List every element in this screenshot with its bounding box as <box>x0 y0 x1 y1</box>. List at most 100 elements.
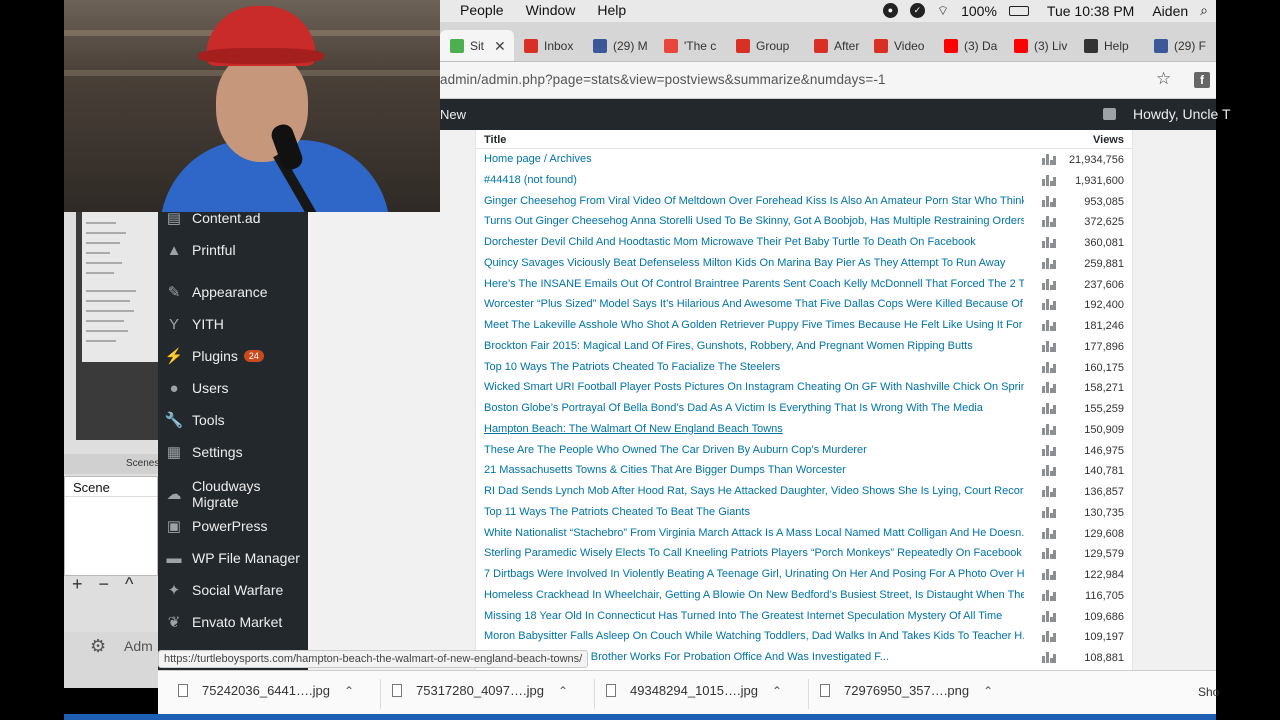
post-title-link[interactable]: Boston Globe’s Portrayal Of Bella Bond’s… <box>484 402 1024 414</box>
admin-bar-new[interactable]: New <box>440 107 466 122</box>
sidebar-item-settings[interactable]: ▦ Settings <box>158 436 308 468</box>
post-title-link[interactable]: Missing 18 Year Old In Connecticut Has T… <box>484 610 1024 622</box>
bar-chart-icon[interactable] <box>1042 588 1056 601</box>
post-title-link[interactable]: Meet The Lakeville Asshole Who Shot A Go… <box>484 319 1024 331</box>
post-title-link[interactable]: Here’s The INSANE Emails Out Of Control … <box>484 278 1024 290</box>
download-item[interactable]: 75242036_6441….jpg ⌃ <box>178 683 354 698</box>
sidebar-item-tools[interactable]: 🔧 Tools <box>158 404 308 436</box>
sidebar-item-users[interactable]: ● Users <box>158 372 308 404</box>
post-title-link[interactable]: Brockton Fair 2015: Magical Land Of Fire… <box>484 340 1024 352</box>
bar-chart-icon[interactable] <box>1042 401 1056 414</box>
browser-tab[interactable]: Video <box>864 30 934 61</box>
wifi-icon[interactable]: ⌔ <box>937 3 949 19</box>
bar-chart-icon[interactable] <box>1042 546 1056 560</box>
chevron-up-icon[interactable]: ⌃ <box>344 684 354 698</box>
remove-scene-button[interactable]: − <box>99 574 110 595</box>
bookmark-star-icon[interactable]: ☆ <box>1156 69 1171 89</box>
browser-tab[interactable]: (29) M <box>583 30 654 61</box>
sidebar-item-envato-market[interactable]: ❦ Envato Market <box>158 606 308 638</box>
record-status-icon[interactable]: ● <box>882 3 898 18</box>
admin-bar-howdy[interactable]: Howdy, Uncle T <box>1133 106 1231 122</box>
bar-chart-icon[interactable] <box>1042 443 1056 456</box>
post-title-link[interactable]: Top 11 Ways The Patriots Cheated To Beat… <box>484 506 1024 518</box>
bar-chart-icon[interactable] <box>1042 194 1056 207</box>
sidebar-item-printful[interactable]: ▲ Printful <box>158 234 308 266</box>
obs-scene-item[interactable]: Scene <box>65 477 157 497</box>
post-title-link[interactable]: RI Dad Sends Lynch Mob After Hood Rat, S… <box>484 485 1024 497</box>
bar-chart-icon[interactable] <box>1042 173 1056 186</box>
obs-scene-list[interactable]: Scene <box>64 476 158 576</box>
bar-chart-icon[interactable] <box>1042 463 1056 477</box>
menubar-clock[interactable]: Tue 10:38 PM <box>1047 3 1134 19</box>
menubar-item-window[interactable]: Window <box>526 2 576 18</box>
sidebar-item-yith[interactable]: Y YITH <box>158 308 308 340</box>
bar-chart-icon[interactable] <box>1042 214 1056 228</box>
sidebar-item-social-warfare[interactable]: ✦ Social Warfare <box>158 574 308 606</box>
bar-chart-icon[interactable] <box>1042 256 1056 269</box>
address-url[interactable]: admin/admin.php?page=stats&view=postview… <box>440 72 886 87</box>
post-title-link[interactable]: Turns Out Ginger Cheesehog Anna Storelli… <box>484 215 1024 227</box>
bar-chart-icon[interactable] <box>1042 609 1056 622</box>
bar-chart-icon[interactable] <box>1042 360 1056 373</box>
bar-chart-icon[interactable] <box>1042 297 1056 311</box>
post-title-link[interactable]: Top 10 Ways The Patriots Cheated To Faci… <box>484 361 1024 373</box>
move-scene-up-button[interactable]: ^ <box>125 574 133 595</box>
post-title-link[interactable]: Wicked Smart URI Football Player Posts P… <box>484 381 1024 393</box>
download-item[interactable]: 72976950_357….png ⌃ <box>820 683 993 698</box>
download-item[interactable]: 49348294_1015….jpg ⌃ <box>606 683 782 698</box>
add-scene-button[interactable]: + <box>72 574 83 595</box>
bar-chart-icon[interactable] <box>1042 235 1056 248</box>
menubar-user[interactable]: Aiden <box>1152 3 1188 19</box>
browser-tab[interactable]: Group <box>726 30 804 61</box>
post-title-link[interactable]: Homeless Crackhead In Wheelchair, Gettin… <box>484 589 1024 601</box>
browser-tab[interactable]: Sit ✕ <box>440 30 514 61</box>
post-title-link[interactable]: Hampton Beach: The Walmart Of New Englan… <box>484 423 1024 435</box>
browser-tab[interactable]: Inbox <box>514 30 583 61</box>
post-title-link[interactable]: Worcester “Plus Sized” Model Says It’s H… <box>484 298 1024 310</box>
bar-chart-icon[interactable] <box>1042 422 1056 435</box>
bar-chart-icon[interactable] <box>1042 629 1056 643</box>
sidebar-item-cloudways-migrate[interactable]: ☁ Cloudways Migrate <box>158 478 308 510</box>
browser-tab[interactable]: (3) Liv <box>1004 30 1074 61</box>
sidebar-item-plugins[interactable]: ⚡ Plugins 24 <box>158 340 308 372</box>
post-title-link[interactable]: Moron Babysitter Falls Asleep On Couch W… <box>484 630 1024 642</box>
post-title-link[interactable]: 21 Massachusetts Towns & Cities That Are… <box>484 464 1024 476</box>
bar-chart-icon[interactable] <box>1042 567 1056 580</box>
bar-chart-icon[interactable] <box>1042 484 1056 497</box>
comments-icon[interactable] <box>1103 108 1116 120</box>
bar-chart-icon[interactable] <box>1042 380 1056 394</box>
obs-scenes-tab[interactable]: Scenes <box>64 454 159 474</box>
post-title-link[interactable]: 7 Dirtbags Were Involved In Violently Be… <box>484 568 1024 580</box>
post-title-link[interactable]: Sterling Paramedic Wisely Elects To Call… <box>484 547 1024 559</box>
bar-chart-icon[interactable] <box>1042 318 1056 331</box>
post-title-link[interactable]: Ginger Cheesehog From Viral Video Of Mel… <box>484 195 1024 207</box>
bar-chart-icon[interactable] <box>1042 650 1056 663</box>
bar-chart-icon[interactable] <box>1042 277 1056 290</box>
facebook-extension-icon[interactable]: f <box>1194 72 1210 88</box>
post-title-link[interactable]: White Nationalist “Stachebro” From Virgi… <box>484 527 1024 539</box>
battery-icon[interactable] <box>1008 5 1029 16</box>
browser-tab[interactable]: After <box>804 30 864 61</box>
download-item[interactable]: 75317280_4097….jpg ⌃ <box>392 683 568 698</box>
browser-tab[interactable]: (29) F <box>1144 30 1216 61</box>
check-status-icon[interactable]: ✓ <box>909 3 925 18</box>
menubar-item-people[interactable]: People <box>460 2 504 18</box>
bar-chart-icon[interactable] <box>1042 339 1056 352</box>
bar-chart-icon[interactable] <box>1042 526 1056 539</box>
chevron-up-icon[interactable]: ⌃ <box>772 684 782 698</box>
browser-tab[interactable]: 'The c <box>654 30 726 61</box>
chevron-up-icon[interactable]: ⌃ <box>558 684 568 698</box>
post-title-link[interactable]: Quincy Savages Viciously Beat Defenseles… <box>484 257 1024 269</box>
post-title-link[interactable]: These Are The People Who Owned The Car D… <box>484 444 1024 456</box>
browser-tab[interactable]: (3) Da <box>934 30 1004 61</box>
post-title-link[interactable]: #44418 (not found) <box>484 174 1024 186</box>
tab-close-icon[interactable]: ✕ <box>494 38 506 55</box>
chevron-up-icon[interactable]: ⌃ <box>983 684 993 698</box>
menubar-item-help[interactable]: Help <box>597 2 626 18</box>
bar-chart-icon[interactable] <box>1042 505 1056 518</box>
gear-icon[interactable]: ⚙ <box>90 636 106 657</box>
post-title-link[interactable]: Dorchester Devil Child And Hoodtastic Mo… <box>484 236 1024 248</box>
show-all-downloads-button[interactable]: Sho <box>1198 685 1219 699</box>
post-title-link[interactable]: Home page / Archives <box>484 153 1024 165</box>
bar-chart-icon[interactable] <box>1042 152 1056 165</box>
